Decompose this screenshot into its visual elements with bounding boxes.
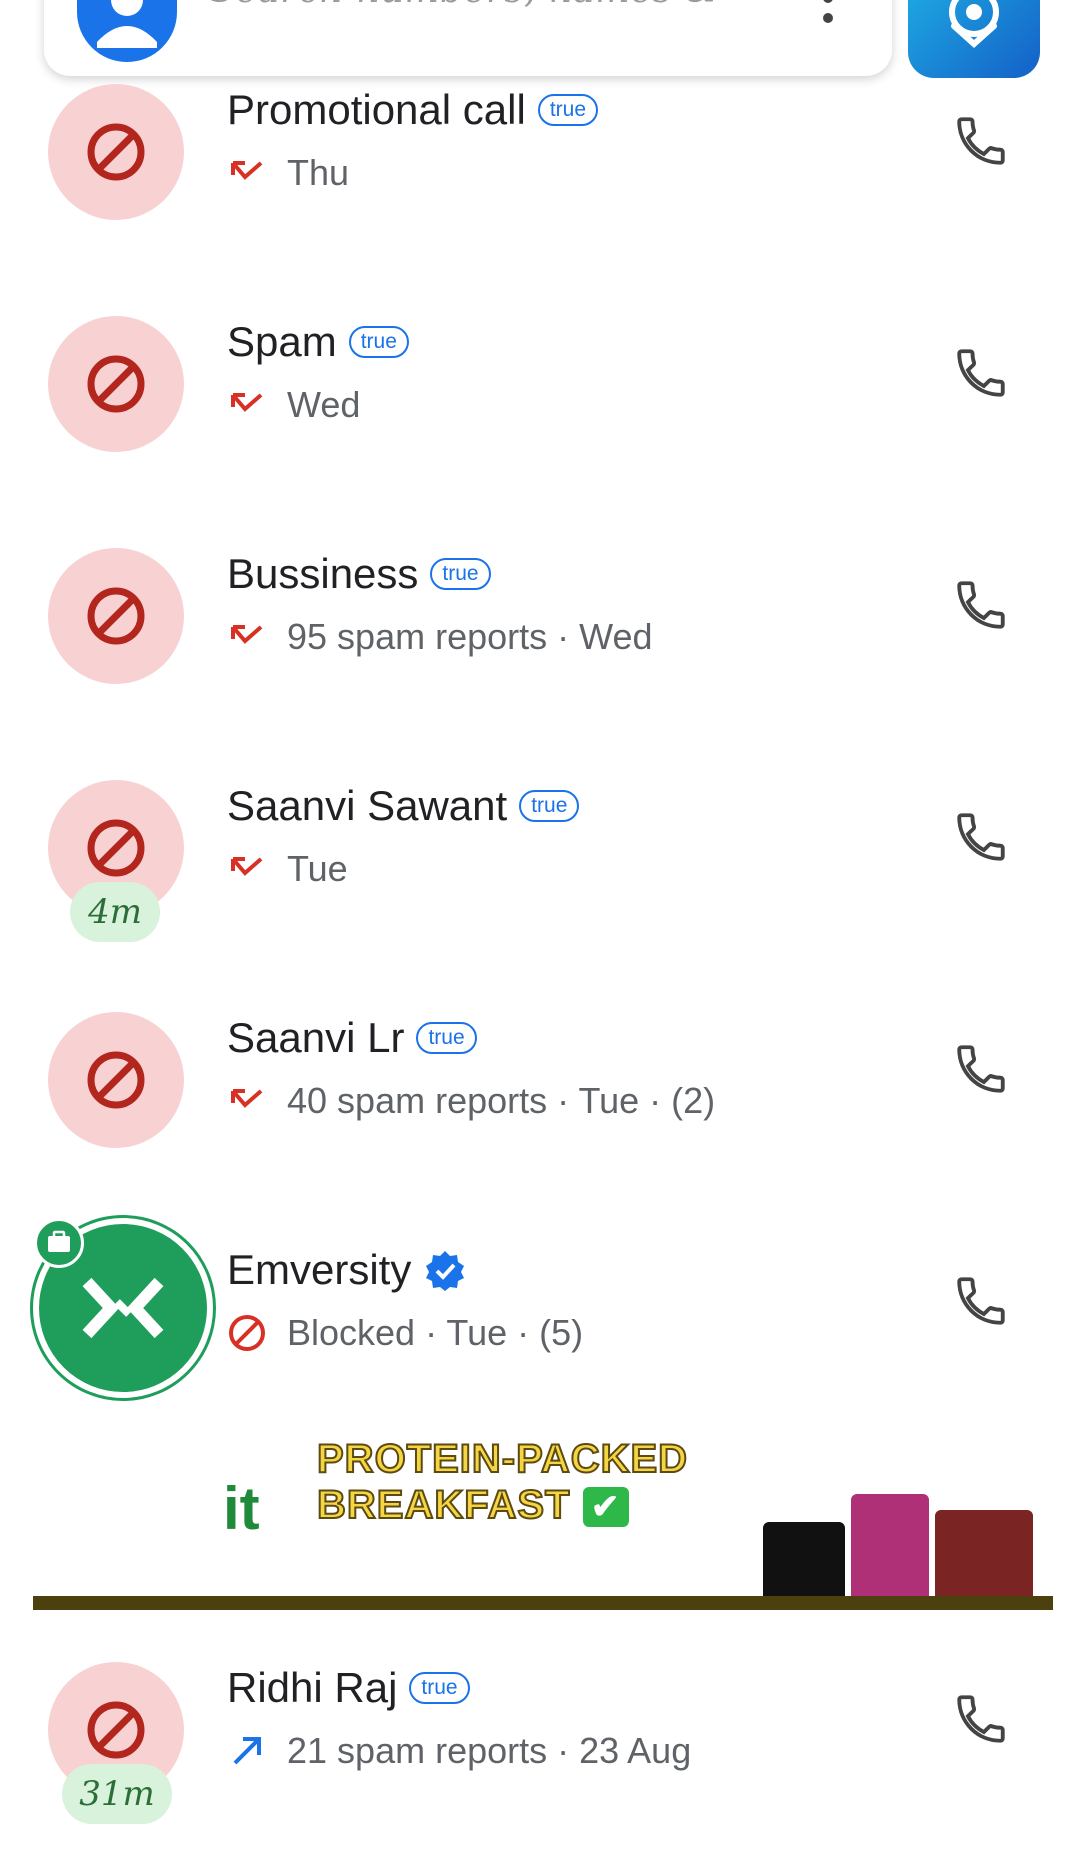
contact-name: Saanvi Sawant true xyxy=(227,782,580,830)
missed-call-icon xyxy=(231,857,263,876)
call-log-item[interactable]: 31m Ridhi Raj true 21 spam reports · 23 … xyxy=(0,1652,1080,1852)
call-log-item[interactable]: Bussiness true 95 spam reports · Wed xyxy=(0,538,1080,738)
phone-icon[interactable] xyxy=(952,1040,1010,1098)
call-details: Wed xyxy=(227,384,360,426)
contact-name: Saanvi Lr true xyxy=(227,1014,477,1062)
call-detail-text: Blocked · Tue · (5) xyxy=(287,1312,584,1353)
phone-icon[interactable] xyxy=(952,1690,1010,1748)
contact-name: Promotional call true xyxy=(227,86,598,134)
outgoing-call-icon xyxy=(233,1737,261,1765)
ad-product-oats xyxy=(935,1510,1033,1608)
contact-name-text: Promotional call xyxy=(227,86,526,133)
verified-badge-icon xyxy=(426,1251,465,1291)
call-detail-text: 21 spam reports · 23 Aug xyxy=(287,1730,692,1771)
contact-name-text: Bussiness xyxy=(227,550,419,597)
call-detail-text: Tue xyxy=(287,848,348,889)
contact-name-text: Saanvi Sawant xyxy=(227,782,508,829)
spam-avatar xyxy=(48,548,184,684)
call-details: Thu xyxy=(227,152,349,194)
call-details: Tue xyxy=(227,848,348,890)
profile-avatar[interactable] xyxy=(77,0,177,62)
more-vert-button[interactable] xyxy=(812,0,852,40)
spam-avatar xyxy=(48,316,184,452)
block-icon xyxy=(87,123,145,181)
ad-headline-line2: BREAKFAST ✔ xyxy=(316,1482,688,1528)
contact-name: Bussiness true xyxy=(227,550,491,598)
ad-divider xyxy=(33,1596,1053,1610)
contact-name-text: Spam xyxy=(227,318,337,365)
ad-headline-line1: PROTEIN-PACKED xyxy=(316,1436,689,1482)
briefcase-icon xyxy=(48,1230,70,1252)
call-detail-text: 40 spam reports · Tue · (2) xyxy=(287,1080,716,1121)
missed-call-icon xyxy=(231,393,263,412)
phone-icon[interactable] xyxy=(952,112,1010,170)
true-badge: true xyxy=(537,94,598,126)
call-log-item[interactable]: Emversity Blocked · Tue · (5) xyxy=(0,1218,1080,1434)
call-log-item[interactable]: Spam true Wed xyxy=(0,306,1080,506)
person-icon xyxy=(97,0,157,48)
true-badge: true xyxy=(409,1672,470,1704)
block-icon xyxy=(87,587,145,645)
call-duration-chip: 4m xyxy=(70,882,160,942)
call-details: 95 spam reports · Wed xyxy=(227,616,652,658)
call-log-item[interactable]: Promotional call true Thu xyxy=(0,74,1080,274)
true-badge: true xyxy=(416,1022,477,1054)
true-badge: true xyxy=(348,326,409,358)
search-input[interactable]: Search numbers, names & ··· xyxy=(210,0,768,11)
call-log-item[interactable]: 4m Saanvi Sawant true Tue xyxy=(0,770,1080,970)
call-duration-chip: 31m xyxy=(62,1764,172,1824)
call-detail-text: Thu xyxy=(287,152,350,193)
phone-icon[interactable] xyxy=(952,1272,1010,1330)
true-badge: true xyxy=(430,558,491,590)
assistant-button[interactable] xyxy=(908,0,1040,78)
block-icon xyxy=(87,355,145,413)
spam-avatar xyxy=(48,1012,184,1148)
true-badge: true xyxy=(519,790,580,822)
search-bar[interactable]: Search numbers, names & ··· xyxy=(44,0,892,76)
ad-product-bread xyxy=(851,1494,929,1608)
contact-name: Emversity xyxy=(227,1246,467,1294)
phone-icon[interactable] xyxy=(952,344,1010,402)
contact-name: Ridhi Raj true xyxy=(227,1664,470,1712)
phone-icon[interactable] xyxy=(952,808,1010,866)
call-details: 21 spam reports · 23 Aug xyxy=(227,1730,691,1772)
call-detail-text: 95 spam reports · Wed xyxy=(287,616,653,657)
block-icon xyxy=(87,819,145,877)
spam-avatar xyxy=(48,84,184,220)
call-detail-text: Wed xyxy=(287,384,361,425)
missed-call-icon xyxy=(231,1089,263,1108)
missed-call-icon xyxy=(231,625,263,644)
contact-name-text: Emversity xyxy=(227,1246,412,1293)
contact-name-text: Ridhi Raj xyxy=(227,1664,398,1711)
more-vert-icon xyxy=(823,0,833,23)
ad-headline: PROTEIN-PACKED BREAKFAST ✔ xyxy=(316,1436,689,1528)
block-icon xyxy=(229,1315,265,1351)
truecaller-assistant-icon xyxy=(949,0,999,49)
ad-brand-logo: it xyxy=(223,1475,260,1542)
missed-call-icon xyxy=(231,161,263,180)
ad-banner[interactable]: it PROTEIN-PACKED BREAKFAST ✔ xyxy=(33,1430,1053,1616)
call-details: 40 spam reports · Tue · (2) xyxy=(227,1080,715,1122)
contact-name-text: Saanvi Lr xyxy=(227,1014,405,1061)
contact-name: Spam true xyxy=(227,318,409,366)
phone-icon[interactable] xyxy=(952,576,1010,634)
block-icon xyxy=(87,1051,145,1109)
call-log-item[interactable]: Saanvi Lr true 40 spam reports · Tue · (… xyxy=(0,1002,1080,1202)
check-icon: ✔ xyxy=(582,1487,629,1528)
block-icon xyxy=(87,1701,145,1759)
call-details: Blocked · Tue · (5) xyxy=(227,1312,583,1354)
business-badge xyxy=(34,1218,84,1268)
